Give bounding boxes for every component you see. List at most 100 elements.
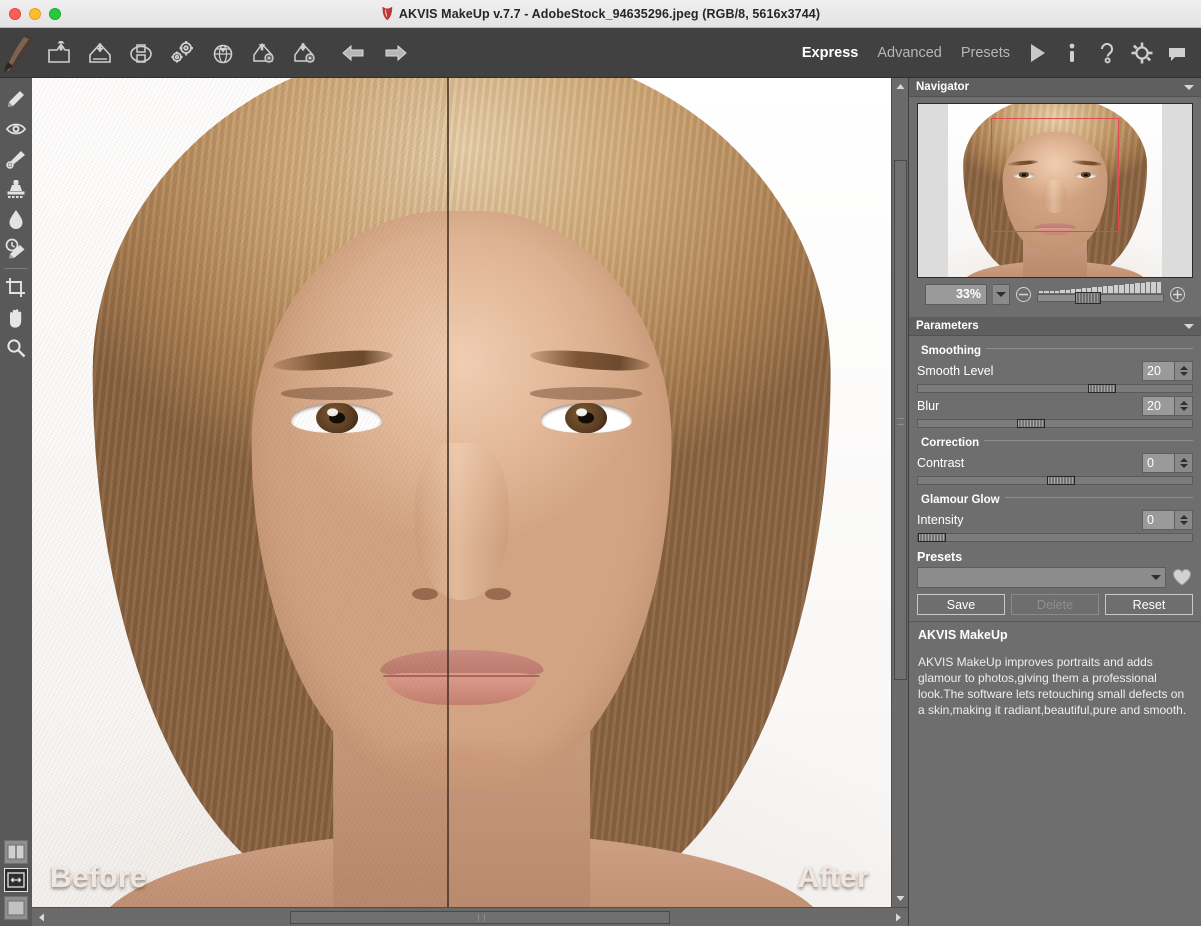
save-settings-button[interactable] (288, 36, 322, 70)
smooth-level-slider-thumb[interactable] (1087, 384, 1116, 393)
scroll-left-button[interactable] (32, 908, 51, 926)
smudge-brush-tool[interactable] (2, 84, 30, 114)
group-correction: Correction (917, 433, 1193, 451)
chevron-down-icon[interactable] (1184, 84, 1194, 90)
blur-value[interactable]: 20 (1142, 396, 1175, 416)
parameters-section-header[interactable]: Parameters (909, 317, 1201, 336)
run-button[interactable] (1021, 36, 1053, 70)
crop-tool[interactable] (2, 273, 30, 303)
image-canvas[interactable]: Before After (32, 78, 891, 907)
redo-button[interactable] (378, 36, 412, 70)
navigator-preview[interactable] (917, 103, 1193, 278)
hand-icon (10, 309, 22, 328)
view-mode-single[interactable] (4, 896, 28, 920)
blur-slider-thumb[interactable] (1016, 419, 1045, 428)
view-mode-group (0, 840, 32, 920)
favorite-preset-button[interactable] (1171, 567, 1193, 588)
intensity-slider-thumb[interactable] (918, 533, 946, 542)
stamp-tool[interactable] (2, 174, 30, 204)
about-button[interactable] (1056, 36, 1088, 70)
intensity-spinner[interactable]: 0 (1142, 510, 1193, 530)
print-image-button[interactable] (124, 36, 158, 70)
reset-preset-button[interactable]: Reset (1105, 594, 1193, 615)
comments-button[interactable] (1161, 36, 1193, 70)
contrast-value[interactable]: 0 (1142, 453, 1175, 473)
smooth-level-slider[interactable] (917, 384, 1193, 393)
spot-brush-icon (6, 151, 25, 169)
rail-divider (4, 268, 28, 269)
smooth-level-stepper[interactable] (1175, 361, 1193, 381)
eye-glint-right (576, 407, 587, 416)
contrast-slider[interactable] (917, 476, 1193, 485)
contrast-stepper[interactable] (1175, 453, 1193, 473)
spot-brush-tool[interactable] (2, 144, 30, 174)
control-blur: Blur 20 (909, 394, 1201, 416)
contrast-spinner[interactable]: 0 (1142, 453, 1193, 473)
help-button[interactable] (1091, 36, 1123, 70)
zoom-in-button[interactable] (1170, 286, 1185, 302)
water-drop-icon (9, 210, 23, 229)
intensity-slider[interactable] (917, 533, 1193, 542)
panel-filler (909, 718, 1201, 926)
save-image-button[interactable] (83, 36, 117, 70)
publish-button[interactable] (206, 36, 240, 70)
zoom-dropdown-button[interactable] (993, 283, 1010, 305)
zoom-value[interactable]: 33% (925, 283, 987, 305)
vertical-scrollbar[interactable] (891, 78, 908, 907)
zoom-slider[interactable] (1037, 282, 1164, 305)
preset-select[interactable] (917, 567, 1166, 588)
chevron-down-icon[interactable] (1184, 323, 1194, 329)
view-mode-split[interactable] (4, 840, 28, 864)
view-mode-compare[interactable] (4, 868, 28, 892)
blur-tool[interactable] (2, 204, 30, 234)
blur-slider[interactable] (917, 419, 1193, 428)
minus-circle-icon (1019, 293, 1028, 295)
smooth-level-spinner[interactable]: 20 (1142, 361, 1193, 381)
parameters-title: Parameters (916, 320, 979, 332)
scroll-right-button[interactable] (889, 908, 908, 926)
group-glamour-glow: Glamour Glow (917, 490, 1193, 508)
save-preset-button[interactable]: Save (917, 594, 1005, 615)
tab-express[interactable]: Express (794, 41, 866, 65)
zoom-controls: 33% (917, 278, 1193, 312)
group-legend-glamour-glow: Glamour Glow (917, 494, 1005, 506)
vertical-scroll-thumb[interactable] (894, 160, 907, 680)
navigator-title: Navigator (916, 81, 970, 93)
globe-share-icon (213, 44, 233, 63)
contrast-label: Contrast (917, 456, 965, 470)
split-divider[interactable] (446, 78, 449, 907)
red-eye-tool[interactable] (2, 114, 30, 144)
contrast-slider-thumb[interactable] (1046, 476, 1075, 485)
title-center: AKVIS MakeUp v.7.7 - AdobeStock_94635296… (0, 6, 1201, 21)
speech-bubble-icon (1169, 48, 1185, 61)
preferences-button[interactable] (165, 36, 199, 70)
smooth-level-value[interactable]: 20 (1142, 361, 1175, 381)
intensity-value[interactable]: 0 (1142, 510, 1175, 530)
blur-spinner[interactable]: 20 (1142, 396, 1193, 416)
scroll-up-button[interactable] (892, 78, 909, 95)
history-brush-tool[interactable] (2, 234, 30, 264)
toolbar-right-cluster: Express Advanced Presets (794, 28, 1193, 78)
arrow-left-icon (342, 44, 364, 61)
tab-presets[interactable]: Presets (953, 41, 1018, 65)
blur-stepper[interactable] (1175, 396, 1193, 416)
printer-icon (130, 43, 152, 63)
horizontal-scroll-thumb[interactable] (290, 911, 670, 924)
open-image-button[interactable] (42, 36, 76, 70)
intensity-stepper[interactable] (1175, 510, 1193, 530)
scroll-down-button[interactable] (892, 890, 909, 907)
navigator-viewport-rect[interactable] (990, 117, 1120, 232)
load-settings-button[interactable] (247, 36, 281, 70)
akvis-makeup-window: AKVIS MakeUp v.7.7 - AdobeStock_94635296… (0, 0, 1201, 926)
smooth-level-label: Smooth Level (917, 364, 994, 378)
horizontal-scrollbar[interactable] (32, 907, 908, 926)
navigator-section-header[interactable]: Navigator (909, 78, 1201, 97)
zoom-slider-thumb[interactable] (1075, 292, 1102, 304)
zoom-out-button[interactable] (1016, 286, 1031, 302)
tab-advanced[interactable]: Advanced (869, 41, 950, 65)
group-legend-correction: Correction (917, 437, 985, 449)
settings-button[interactable] (1126, 36, 1158, 70)
hand-tool[interactable] (2, 303, 30, 333)
zoom-tool[interactable] (2, 333, 30, 363)
undo-button[interactable] (337, 36, 371, 70)
